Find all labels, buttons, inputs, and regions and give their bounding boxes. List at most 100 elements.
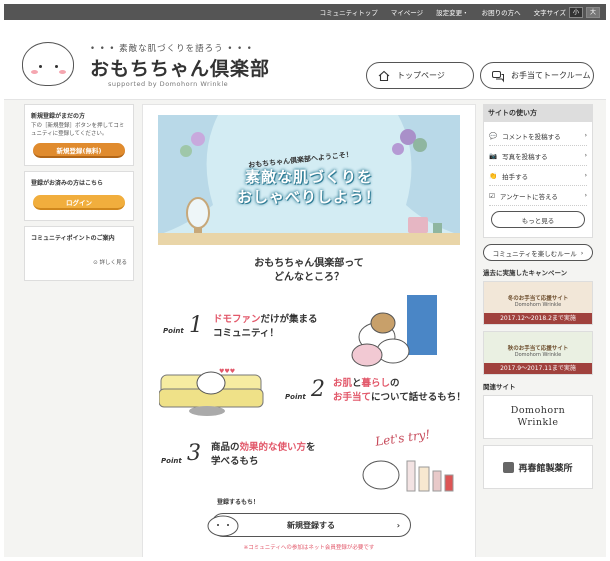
usage-item-photo[interactable]: 📷 写真を投稿する › — [489, 146, 587, 166]
mochi-register-icon — [207, 515, 239, 536]
register-button[interactable]: 新規登録する › — [207, 513, 411, 537]
top-page-button[interactable]: トップページ — [366, 62, 474, 89]
home-icon — [378, 70, 390, 81]
point-1-rest: だけが集まる — [260, 314, 318, 325]
chevron-right-icon: › — [584, 172, 587, 179]
point-3-rest: を — [306, 442, 316, 453]
point-2-highlight-1: お肌 — [333, 378, 353, 389]
usage-item-comment[interactable]: 💬 コメントを投稿する › — [489, 126, 587, 146]
comment-icon: 💬 — [489, 131, 498, 140]
point-1-text: ドモファンだけが集まる コミュニティ！ — [213, 313, 318, 341]
mochi-sofa-illustration: ♥♥♥ — [159, 368, 264, 416]
font-size-large-button[interactable]: 大 — [585, 6, 600, 18]
point-3-line2: 学べるもち — [211, 456, 259, 467]
points-box: コミュニティポイントのご案内 ⊙ 詳しく見る — [24, 226, 134, 281]
campaign-heading: 過去に実施したキャンペーン — [483, 269, 568, 277]
hero-banner: おもちちゃん倶楽部へようこそ！ 素敵な肌づくりを おしゃべりしよう！ — [158, 115, 460, 245]
login-button[interactable]: ログイン — [33, 195, 125, 210]
supported-by-text: supported by Domohorn Wrinkle — [108, 80, 229, 88]
point-2-mid: と — [352, 378, 362, 389]
nav-help[interactable]: お困りの方へ — [482, 7, 521, 17]
top-page-label: トップページ — [397, 71, 445, 80]
points-more-label: 詳しく見る — [99, 260, 127, 266]
point-3-highlight: 効果的な使い方 — [239, 442, 307, 453]
domohorn-line-1: Domohorn — [510, 405, 566, 416]
nav-mypage[interactable]: マイページ — [391, 7, 423, 17]
usage-item-label: アンケートに答える — [499, 192, 558, 201]
campaign-date: 2017.12〜2018.2まで実施 — [484, 313, 592, 324]
campaign-title: 秋のお手当て応援サイト — [507, 346, 569, 352]
usage-heading: サイトの使い方 — [483, 104, 593, 122]
hero-line-1: 素敵な肌づくりを — [244, 168, 373, 186]
domohorn-line-2: Wrinkle — [517, 417, 559, 428]
nav-community-top[interactable]: コミュニティトップ — [320, 7, 378, 17]
usage-item-clap[interactable]: 👏 拍手する › — [489, 166, 587, 186]
point-3-number: 3 — [187, 441, 201, 466]
saishunkan-logo-icon — [503, 461, 515, 473]
domohorn-logo: Domohorn Wrinkle — [511, 405, 566, 429]
point-2-rest-1: の — [390, 378, 400, 389]
point-2-text: お肌と暮らしの お手当てについて話せるもち！ — [333, 377, 466, 405]
check-icon: ☑ — [489, 191, 495, 200]
top-nav-bar: コミュニティトップ マイページ 設定変更・ お困りの方へ 文字サイズ 小 大 — [4, 4, 606, 20]
point-1-line2: コミュニティ！ — [213, 328, 279, 339]
talk-room-label: お手当てトークルーム — [511, 71, 591, 80]
signup-text: 下の［新規登録］ボタンを押してコミュニティに登録してください。 — [31, 123, 125, 137]
signup-box: 新規登録がまだの方 下の［新規登録］ボタンを押してコミュニティに登録してください… — [24, 104, 134, 166]
intro-heading: おもちちゃん倶楽部って どんなところ？ — [143, 257, 475, 285]
font-size-label: 文字サイズ — [533, 9, 566, 17]
point-3-pre: 商品の — [211, 442, 240, 453]
campaign-banner-autumn[interactable]: 秋のお手当て応援サイト Domohorn Wrinkle 2017.9〜2017… — [483, 331, 593, 375]
chevron-right-icon: › — [584, 152, 587, 159]
intro-line-2: どんなところ？ — [274, 272, 344, 283]
mochi-products-illustration — [362, 460, 454, 492]
chevron-right-icon: › — [584, 132, 587, 139]
campaign-date: 2017.9〜2017.11まで実施 — [484, 363, 592, 374]
right-sidebar: サイトの使い方 💬 コメントを投稿する › 📷 写真を投稿する › 👏 拍手する › ☑ アン… — [483, 104, 593, 495]
point-1-highlight: ドモファン — [213, 314, 261, 325]
login-heading: 登録がお済みの方はこちら — [31, 180, 104, 187]
chevron-right-icon: › — [396, 520, 400, 530]
saishunkan-name: 再春館製薬所 — [518, 463, 573, 474]
main-content: おもちちゃん倶楽部へようこそ！ 素敵な肌づくりを おしゃべりしよう！ おもちちゃ… — [142, 104, 476, 557]
point-2-highlight-2: 暮らし — [361, 378, 391, 389]
usage-more-button[interactable]: もっと見る — [491, 211, 585, 228]
point-1-number: 1 — [189, 313, 203, 338]
campaign-banner-winter[interactable]: 冬のお手当て応援サイト Domohorn Wrinkle 2017.12〜201… — [483, 281, 593, 325]
camera-icon: 📷 — [489, 151, 498, 160]
usage-item-label: 拍手する — [502, 172, 529, 181]
site-tagline: • • • 素敵な肌づくりを語ろう • • • — [90, 44, 253, 54]
rules-label: コミュニティを楽しむルール — [492, 249, 577, 258]
point-2-number: 2 — [311, 377, 325, 402]
font-size-small-button[interactable]: 小 — [568, 6, 583, 18]
usage-menu: 💬 コメントを投稿する › 📷 写真を投稿する › 👏 拍手する › ☑ アンケートに答える ›… — [483, 122, 593, 238]
campaign-title: 冬のお手当て応援サイト — [507, 296, 569, 302]
chat-icon — [492, 70, 504, 82]
hero-line-2: おしゃべりしよう！ — [236, 188, 381, 206]
talk-room-button[interactable]: お手当てトークルーム — [480, 62, 594, 89]
related-domohorn-link[interactable]: Domohorn Wrinkle — [483, 395, 593, 439]
usage-item-label: 写真を投稿する — [502, 152, 548, 161]
point-3-text: 商品の効果的な使い方を 学べるもち — [211, 441, 316, 469]
point-2-highlight-3: お手当て — [333, 392, 372, 403]
lets-try-text: Let's try! — [374, 427, 432, 449]
points-more-link[interactable]: ⊙ 詳しく見る — [31, 258, 127, 274]
point-1-label: Point — [163, 327, 184, 335]
point-2-rest-2: について話せるもち！ — [371, 392, 466, 403]
nav-settings[interactable]: 設定変更・ — [436, 7, 469, 17]
mochi-logo-icon[interactable] — [22, 42, 74, 86]
browser-page: コミュニティトップ マイページ 設定変更・ お困りの方へ 文字サイズ 小 大 •… — [4, 4, 606, 557]
site-title[interactable]: おもちちゃん倶楽部 — [90, 54, 270, 81]
register-label: 新規登録する — [287, 520, 335, 530]
clap-icon: 👏 — [489, 171, 498, 180]
signup-button[interactable]: 新規登録(無料) — [33, 143, 125, 158]
point-2-label: Point — [285, 393, 306, 401]
svg-text:♥♥♥: ♥♥♥ — [219, 368, 235, 375]
site-header: • • • 素敵な肌づくりを語ろう • • • おもちちゃん倶楽部 suppor… — [4, 20, 606, 100]
intro-line-1: おもちちゃん倶楽部って — [254, 258, 364, 269]
usage-item-survey[interactable]: ☑ アンケートに答える › — [489, 186, 587, 206]
rules-button[interactable]: コミュニティを楽しむルール › — [483, 244, 593, 261]
usage-item-label: コメントを投稿する — [502, 132, 561, 141]
related-saishunkan-link[interactable]: 再春館製薬所 — [483, 445, 593, 489]
points-heading: コミュニティポイントのご案内 — [31, 235, 115, 242]
